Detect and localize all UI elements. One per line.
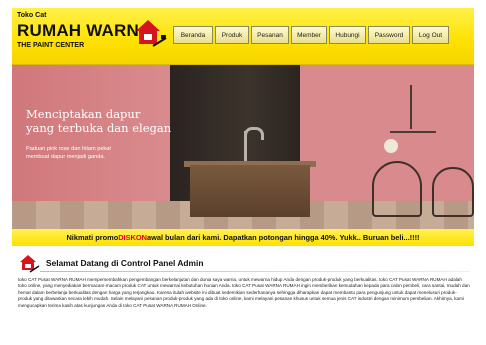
page: Toko Cat RUMAH WARNA THE PAINT CENTER Be… bbox=[12, 8, 474, 343]
logo-tagline: Toko Cat bbox=[17, 12, 47, 19]
nav-hubungi-button[interactable]: Hubungi bbox=[329, 26, 366, 44]
logo-brand: RUMAH WARNA bbox=[17, 21, 152, 40]
promo-text-before: Nikmati promo bbox=[66, 233, 119, 242]
main-nav: Beranda Produk Pesanan Member Hubungi Pa… bbox=[173, 26, 449, 46]
promo-text-after: awal bulan dari kami. Dapatkan potongan … bbox=[146, 233, 420, 242]
promo-strip: Nikmati promo DISKON awal bulan dari kam… bbox=[12, 229, 474, 246]
hero-banner: Menciptakan dapur yang terbuka dan elega… bbox=[12, 65, 474, 229]
nav-produk-button[interactable]: Produk bbox=[215, 26, 249, 44]
header: Toko Cat RUMAH WARNA THE PAINT CENTER Be… bbox=[12, 8, 474, 65]
paint-house-icon bbox=[20, 255, 40, 273]
banner-headline: Menciptakan dapur yang terbuka dan elega… bbox=[26, 107, 172, 135]
welcome-title: Selamat Datang di Control Panel Admin bbox=[46, 258, 204, 268]
promo-highlight: DISKON bbox=[118, 233, 147, 242]
nav-pesanan-button[interactable]: Pesanan bbox=[251, 26, 289, 44]
welcome-body-text: toko CAT Pusat WARNA RUMAH mempersembahk… bbox=[18, 277, 470, 308]
nav-password-button[interactable]: Password bbox=[368, 26, 410, 44]
site-logo[interactable]: Toko Cat RUMAH WARNA THE PAINT CENTER bbox=[17, 12, 167, 60]
paint-house-icon bbox=[136, 20, 167, 47]
banner-kitchen-island bbox=[190, 165, 310, 217]
nav-member-button[interactable]: Member bbox=[291, 26, 327, 44]
banner-chair bbox=[432, 167, 474, 217]
divider bbox=[40, 271, 470, 272]
logo-subtitle: THE PAINT CENTER bbox=[17, 42, 85, 49]
banner-faucet bbox=[244, 131, 247, 161]
banner-chair bbox=[372, 161, 422, 217]
banner-subline: Paduan pink rose dan hitam pekat membuat… bbox=[26, 146, 111, 160]
nav-logout-button[interactable]: Log Out bbox=[412, 26, 449, 44]
nav-beranda-button[interactable]: Beranda bbox=[173, 26, 213, 44]
